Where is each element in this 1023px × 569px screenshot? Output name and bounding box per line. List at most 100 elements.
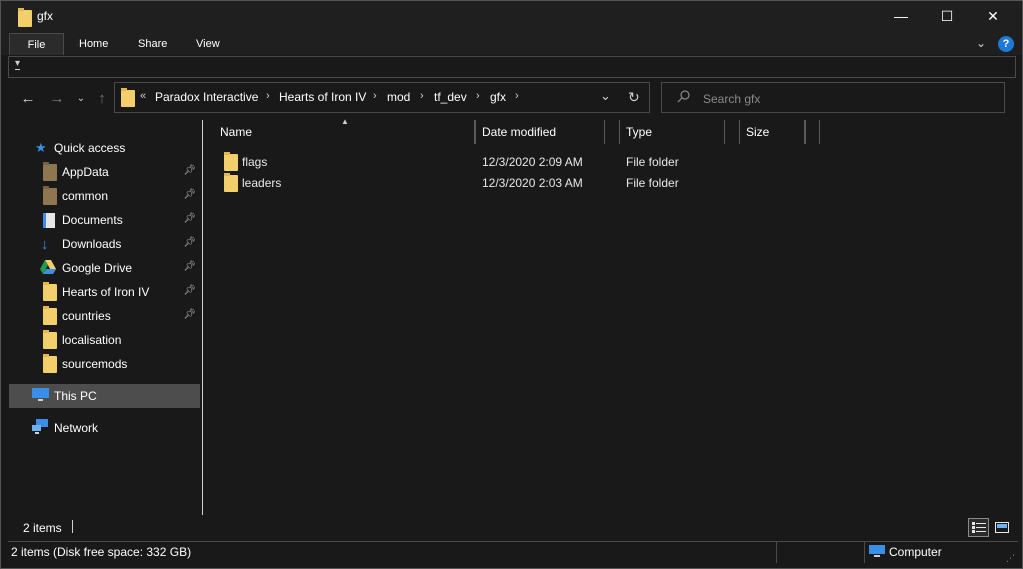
pane-divider[interactable] (202, 120, 203, 515)
nav-label: common (62, 189, 109, 203)
breadcrumb-hearts-of-iron-iv[interactable]: Hearts of Iron IV (279, 90, 366, 104)
title-bar (1, 1, 1022, 31)
address-overflow-button[interactable]: « (140, 90, 146, 102)
customize-toolbar-icon[interactable]: ▾ (15, 59, 21, 70)
nav-item-downloads[interactable]: ↓ Downloads 📌︎ (9, 232, 200, 256)
nav-label: Downloads (62, 237, 122, 251)
breadcrumb-separator-icon[interactable]: › (373, 90, 377, 102)
status-disk-free-space: 2 items (Disk free space: 332 GB) (11, 545, 192, 559)
breadcrumb-separator-icon[interactable]: › (266, 90, 270, 102)
explorer-window: gfx — ☐ ✕ File Home Share View ⌄ ? ▾ ← →… (0, 0, 1023, 569)
tab-view[interactable]: View (182, 33, 234, 55)
pin-icon[interactable]: 📌︎ (183, 237, 196, 248)
status-divider (776, 541, 777, 563)
search-icon (677, 89, 691, 106)
up-arrow-icon[interactable]: ↑ (91, 88, 113, 108)
nav-quick-access[interactable]: ★ Quick access (9, 136, 200, 160)
nav-item-appdata[interactable]: AppData 📌︎ (9, 160, 200, 184)
recent-locations-chevron-icon[interactable]: ⌄ (70, 88, 92, 108)
breadcrumb-separator-icon[interactable]: › (515, 90, 519, 102)
column-label: Date modified (482, 125, 557, 139)
forward-arrow-icon[interactable]: → (46, 88, 68, 108)
pin-icon[interactable]: 📌︎ (183, 261, 196, 272)
column-label: Type (626, 125, 653, 139)
address-dropdown-chevron-icon[interactable]: ⌄ (600, 88, 611, 104)
refresh-icon[interactable]: ↻ (628, 89, 640, 106)
file-date: 12/3/2020 2:03 AM (482, 176, 583, 190)
help-icon[interactable]: ? (998, 36, 1014, 52)
minimize-button[interactable]: — (878, 1, 924, 31)
address-folder-icon (121, 88, 135, 107)
sort-arrow-icon: ▲ (341, 117, 349, 126)
folder-icon (18, 8, 32, 27)
star-icon: ★ (35, 140, 47, 155)
nav-label: localisation (62, 333, 122, 347)
ribbon-expand-chevron-icon[interactable]: ⌄ (976, 36, 986, 50)
pin-icon[interactable]: 📌︎ (183, 285, 196, 296)
pin-icon[interactable]: 📌︎ (183, 165, 196, 176)
status-separator (72, 520, 73, 533)
folder-icon (43, 185, 62, 205)
nav-item-countries[interactable]: countries 📌︎ (9, 304, 200, 328)
folder-icon (43, 305, 62, 325)
window-title: gfx (37, 9, 54, 23)
google-drive-icon (40, 259, 62, 277)
file-name: leaders (242, 176, 282, 190)
nav-item-documents[interactable]: Documents 📌︎ (9, 208, 200, 232)
nav-label: sourcemods (62, 357, 128, 371)
large-icons-view-icon[interactable] (992, 518, 1011, 537)
tab-file[interactable]: File (9, 33, 64, 55)
download-icon: ↓ (41, 235, 49, 253)
back-arrow-icon[interactable]: ← (17, 88, 39, 108)
nav-label: Google Drive (62, 261, 133, 275)
details-view-icon[interactable] (968, 518, 989, 537)
resize-grip-icon[interactable]: ⋰ (1006, 553, 1015, 564)
search-placeholder[interactable]: Search gfx (703, 92, 760, 106)
breadcrumb-gfx[interactable]: gfx (490, 90, 506, 104)
nav-network[interactable]: Network (9, 416, 200, 440)
column-header-name[interactable]: Name (204, 120, 475, 144)
documents-icon (43, 212, 62, 228)
maximize-button[interactable]: ☐ (924, 1, 970, 31)
breadcrumb-tf-dev[interactable]: tf_dev (434, 90, 467, 104)
folder-icon (43, 329, 62, 349)
nav-label: Documents (62, 213, 123, 227)
computer-icon (869, 545, 885, 561)
nav-item-common[interactable]: common 📌︎ (9, 184, 200, 208)
pin-icon[interactable]: 📌︎ (183, 309, 196, 320)
column-label: Size (746, 125, 770, 139)
breadcrumb-mod[interactable]: mod (387, 90, 410, 104)
close-button[interactable]: ✕ (970, 1, 1016, 31)
file-date: 12/3/2020 2:09 AM (482, 155, 583, 169)
folder-icon (43, 281, 62, 301)
item-count: 2 items (23, 521, 62, 535)
tab-share[interactable]: Share (124, 33, 181, 55)
pin-icon[interactable]: 📌︎ (183, 213, 196, 224)
nav-label: countries (62, 309, 111, 323)
status-location: Computer (889, 545, 942, 559)
column-header-extra[interactable] (805, 120, 820, 144)
nav-label: Network (54, 421, 99, 435)
folder-icon (43, 161, 62, 181)
column-header-type[interactable]: Type (619, 120, 725, 144)
breadcrumb-separator-icon[interactable]: › (476, 90, 480, 102)
pin-icon[interactable]: 📌︎ (183, 189, 196, 200)
column-header-date-modified[interactable]: Date modified (475, 120, 605, 144)
quick-access-toolbar (8, 56, 1016, 78)
nav-item-sourcemods[interactable]: sourcemods (9, 352, 200, 376)
nav-label: Hearts of Iron IV (62, 285, 150, 299)
folder-icon (224, 173, 238, 192)
folder-icon (43, 353, 62, 373)
column-header-size[interactable]: Size (739, 120, 805, 144)
nav-this-pc[interactable]: This PC (9, 384, 200, 408)
nav-item-google-drive[interactable]: Google Drive 📌︎ (9, 256, 200, 280)
nav-label: Quick access (54, 141, 126, 155)
network-icon (32, 419, 54, 437)
folder-icon (224, 152, 238, 171)
nav-item-hearts-of-iron-iv[interactable]: Hearts of Iron IV 📌︎ (9, 280, 200, 304)
status-divider (864, 541, 865, 563)
breadcrumb-separator-icon[interactable]: › (420, 90, 424, 102)
nav-item-localisation[interactable]: localisation (9, 328, 200, 352)
tab-home[interactable]: Home (65, 33, 122, 55)
breadcrumb-paradox-interactive[interactable]: Paradox Interactive (155, 90, 258, 104)
